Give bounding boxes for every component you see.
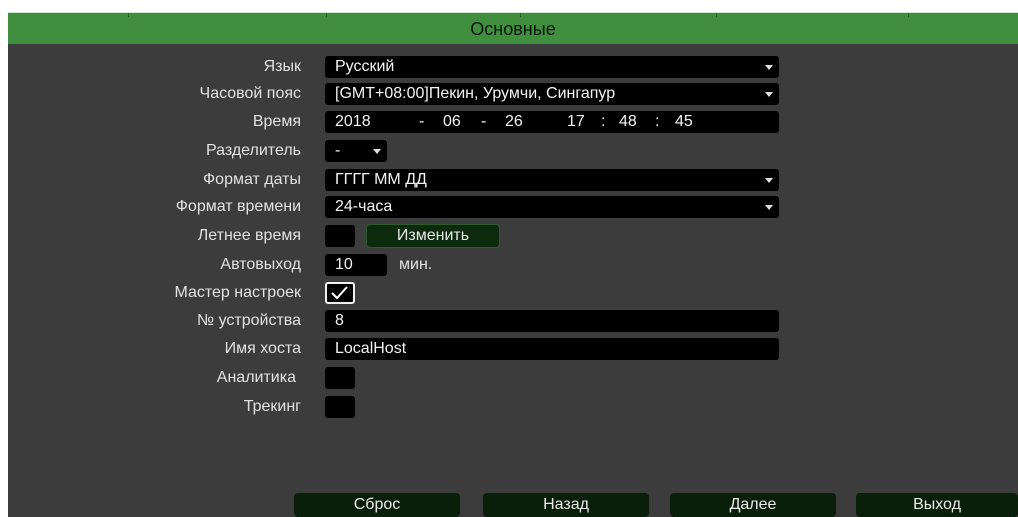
analytics-label: Аналитика: [216, 369, 296, 386]
device-number-input[interactable]: 8: [325, 310, 779, 332]
settings-window: Основные Язык Русский Часовой пояс [GMT+…: [8, 12, 1018, 517]
chevron-down-icon: [373, 149, 381, 154]
chevron-down-icon: [765, 92, 773, 97]
page-title: Основные: [470, 19, 556, 39]
time-hour[interactable]: 17: [567, 111, 585, 133]
dst-checkbox[interactable]: [325, 225, 355, 247]
language-value: Русский: [335, 58, 395, 75]
chevron-down-icon: [765, 205, 773, 210]
date-format-select[interactable]: ГГГГ ММ ДД: [325, 169, 779, 191]
next-button[interactable]: Далее: [670, 493, 836, 517]
hostname-input[interactable]: LocalHost: [325, 338, 779, 360]
time-colon: :: [655, 113, 660, 130]
separator-select[interactable]: -: [325, 140, 387, 162]
separator-value: -: [335, 142, 341, 159]
language-select[interactable]: Русский: [325, 56, 779, 78]
checkmark-icon: [331, 286, 348, 300]
title-bar: Основные: [8, 12, 1018, 44]
time-month[interactable]: 06: [443, 111, 461, 133]
time-separator: -: [481, 113, 487, 130]
date-format-label: Формат даты: [203, 171, 301, 188]
wizard-checkbox[interactable]: [325, 282, 355, 304]
time-field[interactable]: 2018 - 06 - 26 17 : 48 : 45: [325, 111, 779, 133]
timezone-select[interactable]: [GMT+08:00]Пекин, Урумчи, Сингапур: [325, 83, 779, 105]
chevron-down-icon: [765, 178, 773, 183]
autologout-input[interactable]: 10: [325, 254, 387, 276]
autologout-unit: мин.: [399, 256, 433, 273]
time-year[interactable]: 2018: [335, 111, 371, 133]
dst-change-button[interactable]: Изменить: [366, 224, 500, 248]
wizard-label: Мастер настроек: [174, 284, 301, 301]
exit-button[interactable]: Выход: [856, 493, 1018, 517]
device-number-label: № устройства: [196, 312, 301, 329]
time-format-label: Формат времени: [175, 198, 301, 215]
time-minute[interactable]: 48: [619, 111, 637, 133]
time-format-select[interactable]: 24-часа: [325, 196, 779, 218]
time-label: Время: [252, 113, 301, 130]
separator-label: Разделитель: [205, 142, 301, 159]
hostname-value: LocalHost: [335, 340, 407, 357]
date-format-value: ГГГГ ММ ДД: [335, 171, 427, 188]
dst-label: Летнее время: [197, 227, 301, 244]
back-button[interactable]: Назад: [483, 493, 649, 517]
hostname-label: Имя хоста: [224, 340, 301, 357]
autologout-value: 10: [335, 256, 353, 273]
tracking-label: Трекинг: [243, 398, 301, 415]
chevron-down-icon: [765, 65, 773, 70]
timezone-value: [GMT+08:00]Пекин, Урумчи, Сингапур: [335, 85, 616, 102]
analytics-checkbox[interactable]: [325, 367, 355, 389]
time-second[interactable]: 45: [675, 111, 693, 133]
tracking-checkbox[interactable]: [325, 396, 355, 418]
time-day[interactable]: 26: [505, 111, 523, 133]
reset-button[interactable]: Сброс: [294, 493, 460, 517]
autologout-label: Автовыход: [220, 256, 301, 273]
language-label: Язык: [263, 58, 301, 75]
time-colon: :: [601, 113, 606, 130]
device-number-value: 8: [335, 312, 344, 329]
time-format-value: 24-часа: [335, 198, 393, 215]
timezone-label: Часовой пояс: [199, 85, 301, 102]
time-separator: -: [419, 113, 425, 130]
